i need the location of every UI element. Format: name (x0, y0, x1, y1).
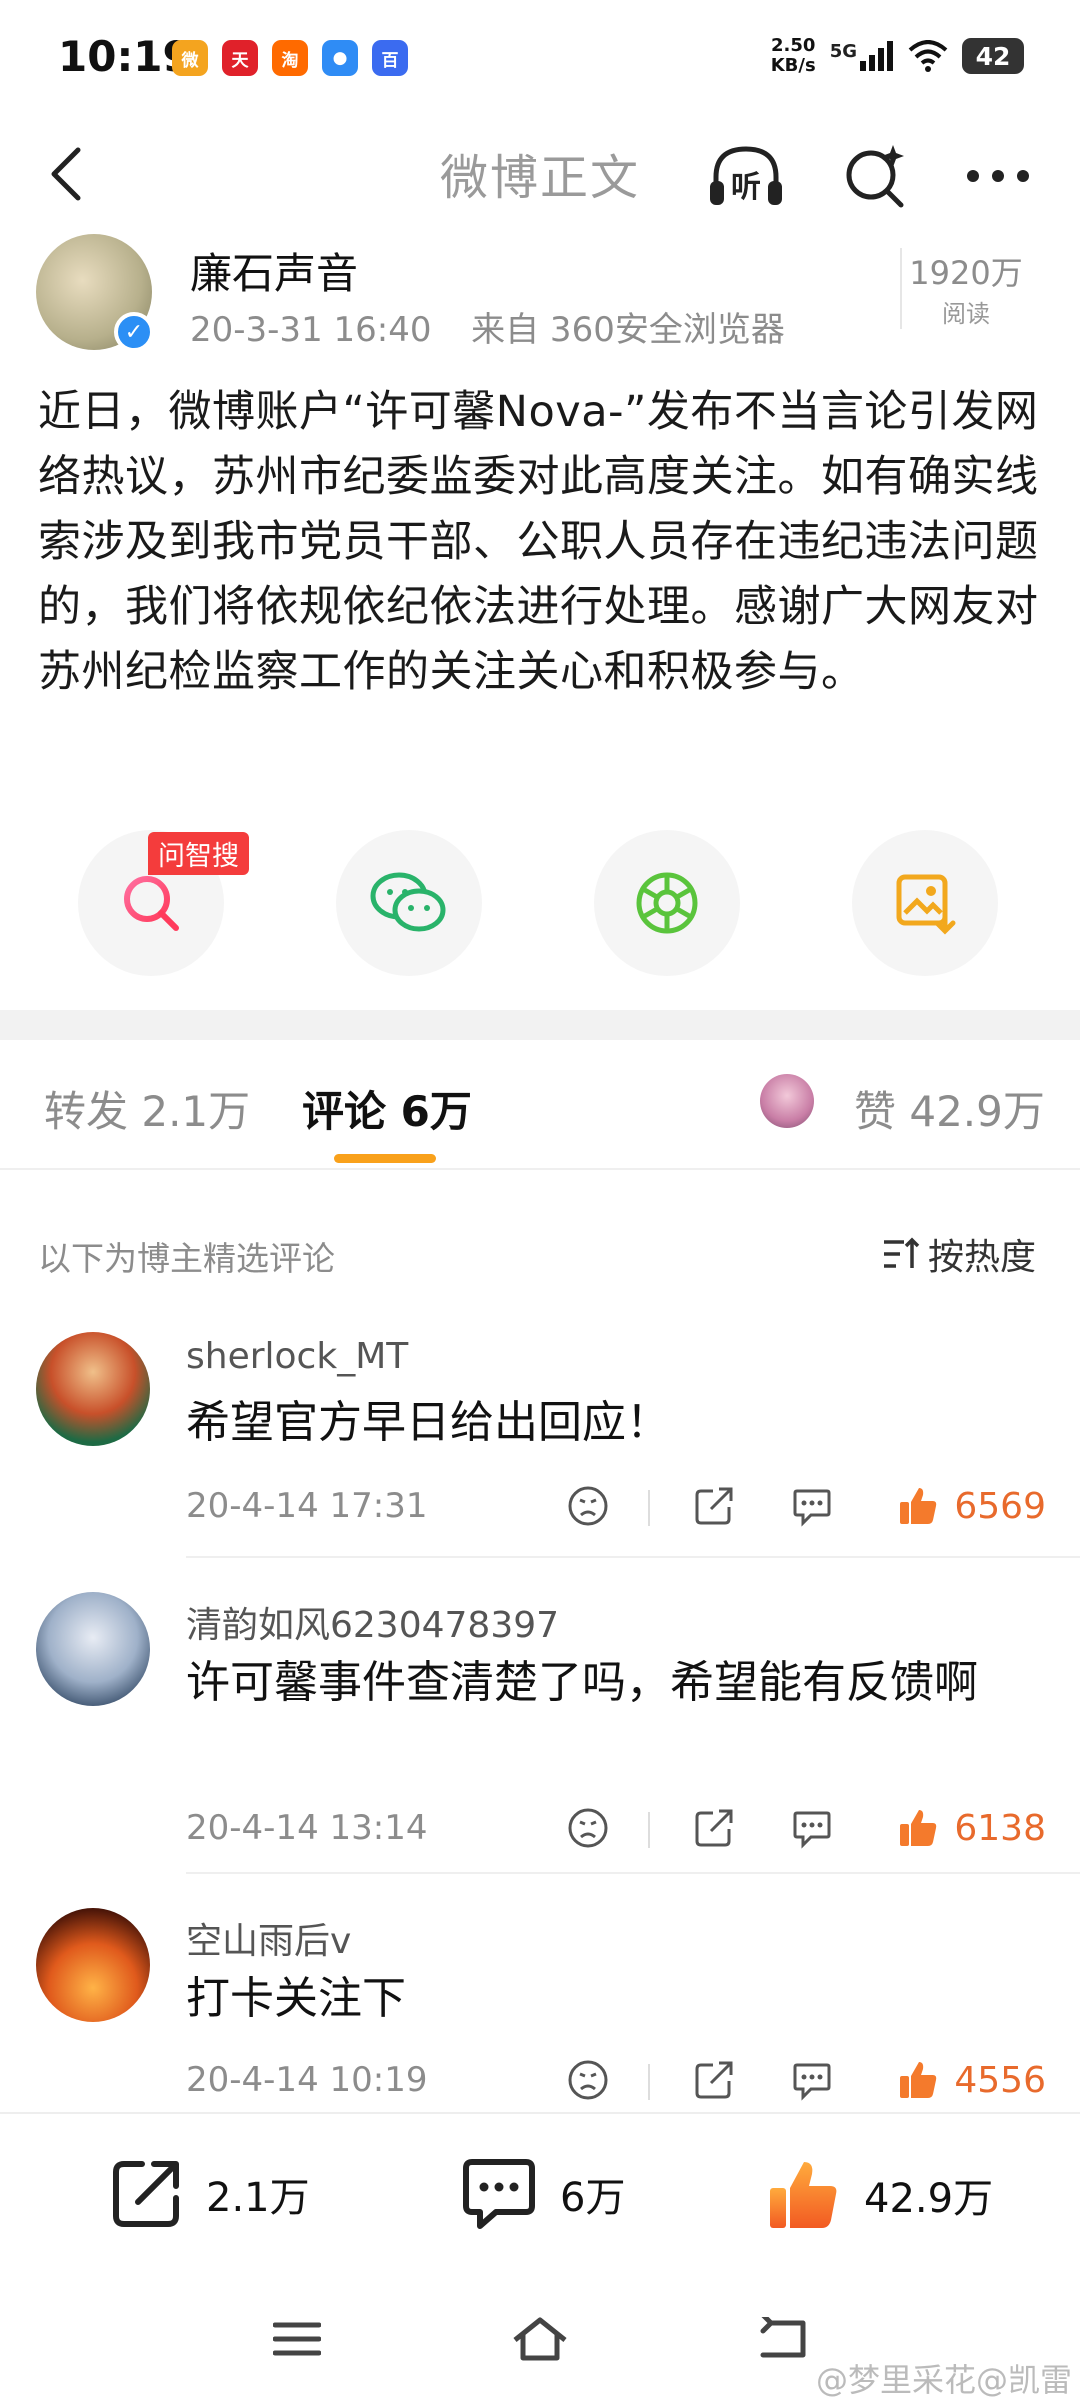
comment-text: 希望官方早日给出回应！ (186, 1397, 670, 1448)
like-icon[interactable] (892, 1802, 944, 1854)
weibo-icon: 微 (172, 40, 208, 76)
signal-icon: 5G (830, 41, 894, 71)
title-bar: 微博正文 听 (0, 120, 1080, 230)
comment-text: 打卡关注下 (186, 1973, 406, 2024)
comment-item: sherlock_MT 希望官方早日给出回应！ 20-4-14 17:31 65… (0, 1332, 1080, 1552)
liker-avatar (760, 1074, 814, 1128)
comment-footer: 20-4-14 17:31 6569 (186, 1478, 1046, 1538)
notification-icons: 微 天 淘 ● 百 (172, 40, 408, 76)
tmall-icon: 天 (222, 40, 258, 76)
share-comment-icon[interactable] (688, 2054, 740, 2106)
ai-search-icon[interactable] (834, 138, 914, 214)
thumbs-up-icon (770, 2162, 837, 2228)
commenter-avatar[interactable] (36, 1908, 150, 2022)
share-comment-icon[interactable] (688, 1802, 740, 1854)
wifi-icon (908, 40, 948, 72)
taobao-icon: 淘 (272, 40, 308, 76)
battery-icon: 42 (962, 38, 1024, 74)
read-counter: 1920万 阅读 (900, 248, 1030, 329)
comment-icon (463, 2159, 535, 2229)
reply-icon[interactable] (786, 1480, 838, 1532)
post-source: 来自 360安全浏览器 (471, 310, 785, 350)
post-body: 近日，微博账户“许可馨Nova-”发布不当言论引发网络热议，苏州市纪委监委对此高… (38, 387, 1039, 697)
comment-divider (186, 1872, 1080, 1874)
tab-repost[interactable]: 转发 2.1万 (44, 1078, 250, 1139)
repost-button[interactable]: 2.1万 (108, 2156, 310, 2232)
commenter-name[interactable]: 清韵如风6230478397 (186, 1596, 559, 1648)
tab-underline (334, 1154, 436, 1163)
comment-item: 清韵如风6230478397 许可馨事件查清楚了吗，希望能有反馈啊 20-4-1… (0, 1592, 1080, 1882)
footer-separator (648, 1490, 650, 1526)
filter-label: 以下为博主精选评论 (38, 1239, 335, 1278)
moments-icon[interactable] (594, 830, 740, 976)
wechat-icon[interactable] (336, 830, 482, 976)
network-speed: 2.50 KB/s (770, 35, 816, 76)
commenter-name[interactable]: sherlock_MT (186, 1336, 408, 1377)
bottom-action-bar: 2.1万 6万 42.9万 (0, 2112, 1080, 2282)
comment-divider (186, 1556, 1080, 1558)
sort-icon (883, 1237, 920, 1268)
like-icon[interactable] (892, 1480, 944, 1532)
reply-icon[interactable] (786, 1802, 838, 1854)
comment-footer: 20-4-14 13:14 6138 (186, 1800, 1046, 1860)
tab-likes[interactable]: 赞 42.9万 (854, 1078, 1045, 1139)
post-date: 20-3-31 16:40 (190, 310, 432, 350)
baidu-icon: 百 (372, 40, 408, 76)
read-label: 阅读 (942, 300, 990, 328)
svg-text:听: 听 (731, 170, 761, 205)
author-avatar[interactable]: ✓ (36, 234, 154, 352)
commenter-avatar[interactable] (36, 1592, 150, 1706)
status-bar: 10:19 微 天 淘 ● 百 2.50 KB/s 5G 42 (0, 0, 1080, 120)
post-header: ✓ 廉石声音 20-3-31 16:40 来自 360安全浏览器 1920万 阅… (0, 230, 1080, 360)
author-name[interactable]: 廉石声音 (190, 240, 358, 301)
comment-text: 许可馨事件查清楚了吗，希望能有反馈啊 (186, 1657, 978, 1708)
post-meta: 20-3-31 16:40 来自 360安全浏览器 (190, 302, 785, 351)
menu-icon[interactable] (262, 2304, 332, 2374)
like-count: 6569 (954, 1486, 1046, 1527)
ask-badge: 问智搜 (148, 832, 249, 875)
verified-icon: ✓ (114, 312, 154, 352)
comment-footer: 20-4-14 10:19 4556 (186, 2052, 1046, 2112)
comment-time: 20-4-14 17:31 (186, 1486, 428, 1526)
save-image-icon[interactable] (852, 830, 998, 976)
dislike-icon[interactable] (562, 2054, 614, 2106)
more-icon[interactable] (958, 138, 1038, 214)
reply-icon[interactable] (786, 2054, 838, 2106)
share-comment-icon[interactable] (688, 1480, 740, 1532)
like-count: 6138 (954, 1808, 1046, 1849)
footer-separator (648, 2064, 650, 2100)
footer-separator (648, 1812, 650, 1848)
section-divider (0, 1010, 1080, 1040)
repost-icon (113, 2161, 179, 2227)
commenter-name[interactable]: 空山雨后v (186, 1912, 351, 1964)
watermark: @梦里采花@凯雷 (815, 2361, 1072, 2399)
comment-time: 20-4-14 10:19 (186, 2060, 428, 2100)
browser-icon: ● (322, 40, 358, 76)
tab-comments[interactable]: 评论 6万 (302, 1078, 472, 1139)
listen-icon[interactable]: 听 (706, 138, 786, 214)
home-icon[interactable] (505, 2304, 575, 2374)
read-count: 1920万 (909, 254, 1023, 292)
commenter-avatar[interactable] (36, 1332, 150, 1446)
interaction-tabs: 转发 2.1万 评论 6万 赞 42.9万 (0, 1040, 1080, 1170)
comment-button[interactable]: 6万 (460, 2156, 625, 2232)
like-button[interactable]: 42.9万 (764, 2156, 993, 2234)
comment-time: 20-4-14 13:14 (186, 1808, 428, 1848)
sort-button[interactable]: 按热度 (882, 1228, 1036, 1280)
dislike-icon[interactable] (562, 1480, 614, 1532)
comment-item: 空山雨后v 打卡关注下 20-4-14 10:19 4556 (0, 1908, 1080, 2108)
dislike-icon[interactable] (562, 1802, 614, 1854)
like-count: 4556 (954, 2060, 1046, 2101)
back-nav-icon[interactable] (748, 2304, 818, 2374)
like-icon[interactable] (892, 2054, 944, 2106)
page-title: 微博正文 (439, 150, 640, 206)
